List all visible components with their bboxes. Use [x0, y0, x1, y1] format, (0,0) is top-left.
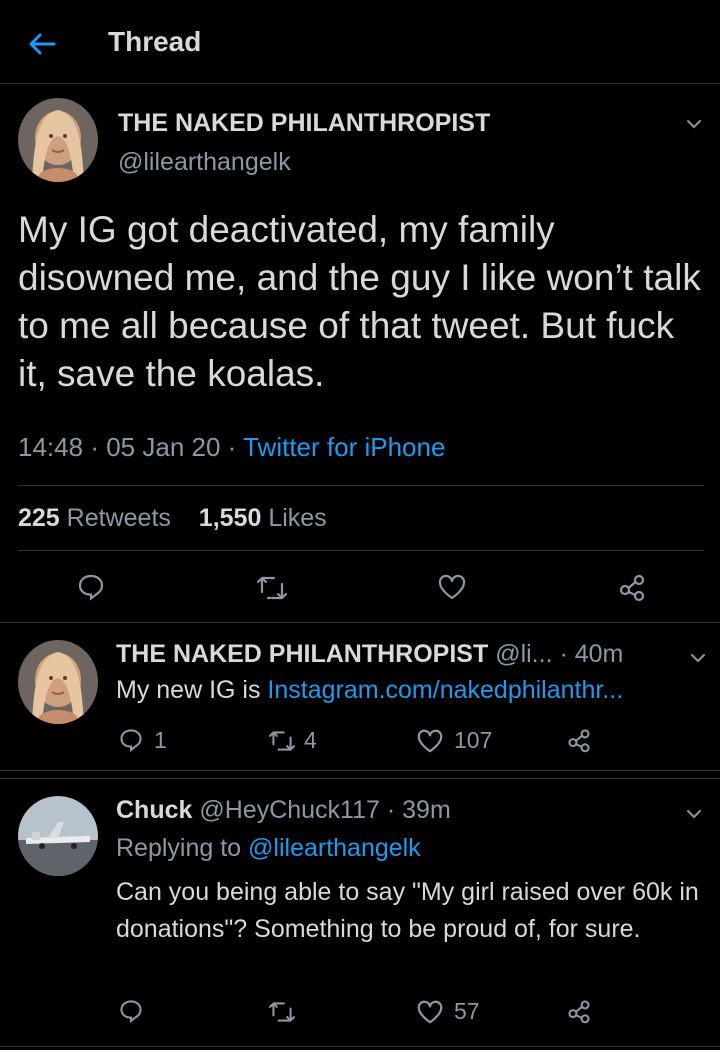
- divider: [0, 778, 720, 779]
- like-icon[interactable]: [437, 573, 467, 601]
- reply-time: · 40m: [559, 640, 624, 668]
- divider: [18, 485, 704, 486]
- divider: [0, 1046, 720, 1047]
- reply-header: Chuck @HeyChuck117 · 39m: [116, 796, 451, 825]
- retweets-count[interactable]: 225: [18, 504, 60, 532]
- chevron-down-icon[interactable]: [682, 112, 706, 136]
- handle[interactable]: @lilearthangelk: [118, 148, 291, 177]
- tweet-text: My IG got deactivated, my family disowne…: [18, 209, 701, 394]
- like-icon[interactable]: [416, 999, 444, 1025]
- reply-text: Can you being able to say "My girl raise…: [116, 878, 699, 943]
- share-icon[interactable]: [617, 572, 647, 602]
- tweet-meta: 14:48 · 05 Jan 20 · Twitter for iPhone: [18, 432, 445, 463]
- meta-separator: ·: [90, 432, 99, 462]
- share-icon[interactable]: [566, 998, 592, 1024]
- handle[interactable]: @HeyChuck117: [199, 796, 380, 824]
- avatar[interactable]: [18, 640, 98, 724]
- tweet-date: 05 Jan 20: [106, 432, 221, 462]
- avatar[interactable]: [18, 796, 98, 876]
- reply-text-prefix: My new IG is: [116, 676, 268, 704]
- share-icon[interactable]: [566, 727, 592, 753]
- like-count: 107: [454, 727, 493, 753]
- reply-header: THE NAKED PHILANTHROPIST @li... · 40m: [116, 640, 623, 669]
- reply-icon[interactable]: [118, 998, 144, 1024]
- engagement-stats: 225 Retweets 1,550 Likes: [18, 504, 327, 533]
- retweet-icon[interactable]: [256, 574, 288, 602]
- retweet-icon[interactable]: [268, 729, 296, 753]
- display-name[interactable]: THE NAKED PHILANTHROPIST: [116, 640, 488, 668]
- page-title: Thread: [108, 26, 202, 57]
- divider: [0, 770, 720, 771]
- tweet-time: 14:48: [18, 432, 84, 462]
- display-name[interactable]: Chuck: [116, 796, 192, 824]
- avatar[interactable]: [18, 98, 98, 182]
- instagram-link[interactable]: Instagram.com/nakedphilanthr...: [267, 676, 623, 704]
- meta-separator: ·: [227, 432, 237, 462]
- like-icon[interactable]: [416, 728, 444, 754]
- reply-time: · 39m: [386, 796, 451, 824]
- likes-label[interactable]: Likes: [268, 504, 326, 532]
- back-arrow-icon[interactable]: [24, 26, 60, 62]
- replying-to: Replying to @lilearthangelk: [116, 834, 421, 863]
- tweet-source[interactable]: Twitter for iPhone: [243, 432, 445, 462]
- display-name[interactable]: THE NAKED PHILANTHROPIST: [118, 109, 490, 138]
- likes-count[interactable]: 1,550: [199, 504, 262, 532]
- replying-to-handle[interactable]: @lilearthangelk: [248, 834, 421, 862]
- reply-count: 1: [154, 727, 167, 753]
- replying-label: Replying to: [116, 834, 242, 862]
- divider: [0, 622, 720, 623]
- reply-icon[interactable]: [118, 727, 144, 753]
- retweet-count: 4: [304, 727, 317, 753]
- retweets-label[interactable]: Retweets: [67, 504, 171, 532]
- retweet-icon[interactable]: [268, 1000, 296, 1024]
- like-count: 57: [454, 998, 480, 1024]
- chevron-down-icon[interactable]: [682, 802, 706, 826]
- handle[interactable]: @li...: [495, 640, 552, 668]
- divider: [18, 550, 704, 551]
- chevron-down-icon[interactable]: [686, 646, 710, 670]
- reply-text: My new IG is Instagram.com/nakedphilanth…: [116, 676, 623, 705]
- reply-icon[interactable]: [76, 572, 106, 602]
